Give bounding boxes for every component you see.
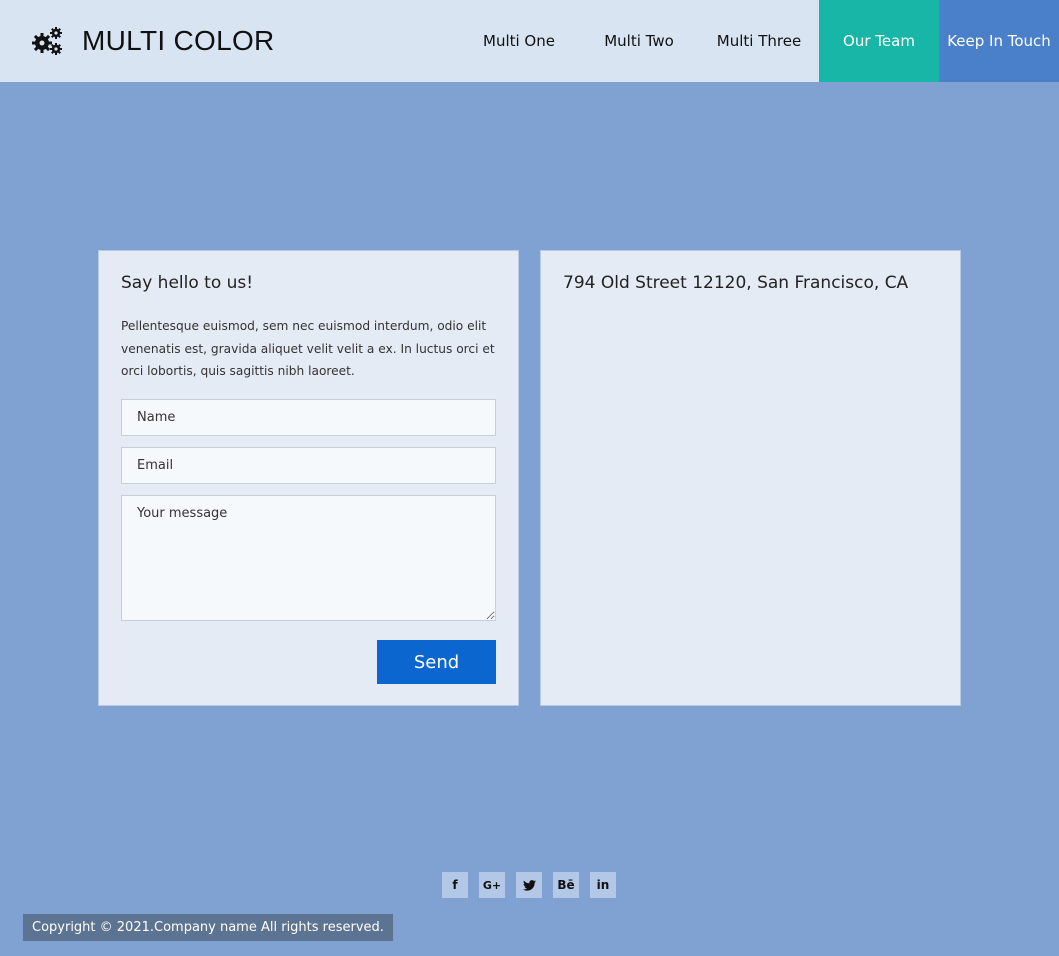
twitter-bird-glyph bbox=[522, 879, 536, 891]
nav-item-keep-in-touch[interactable]: Keep In Touch bbox=[939, 0, 1059, 82]
nav-item-multi-one[interactable]: Multi One bbox=[459, 0, 579, 82]
brand[interactable]: MULTI COLOR bbox=[30, 0, 275, 82]
behance-icon[interactable]: Bē bbox=[553, 872, 579, 898]
main-nav: Multi One Multi Two Multi Three Our Team… bbox=[459, 0, 1059, 82]
site-header: MULTI COLOR Multi One Multi Two Multi Th… bbox=[0, 0, 1059, 82]
message-textarea[interactable] bbox=[121, 495, 496, 621]
contact-description: Pellentesque euismod, sem nec euismod in… bbox=[121, 319, 495, 378]
address-card: 794 Old Street 12120, San Francisco, CA bbox=[540, 250, 961, 706]
contact-form-card: Say hello to us! Pellentesque euismod, s… bbox=[98, 250, 519, 706]
address-text: 794 Old Street 12120, San Francisco, CA bbox=[563, 273, 909, 293]
copyright-text: Copyright © 2021.Company name All rights… bbox=[23, 914, 393, 941]
name-input[interactable] bbox=[121, 399, 496, 436]
google-plus-icon[interactable]: G+ bbox=[479, 872, 505, 898]
contact-title: Say hello to us! bbox=[121, 273, 254, 293]
send-button[interactable]: Send bbox=[377, 640, 496, 684]
brand-title: MULTI COLOR bbox=[82, 25, 275, 56]
facebook-icon[interactable]: f bbox=[442, 872, 468, 898]
social-links: f G+ Bē in bbox=[442, 872, 616, 898]
nav-item-multi-two[interactable]: Multi Two bbox=[579, 0, 699, 82]
gears-icon bbox=[32, 27, 62, 55]
twitter-icon[interactable] bbox=[516, 872, 542, 898]
linkedin-icon[interactable]: in bbox=[590, 872, 616, 898]
nav-item-our-team[interactable]: Our Team bbox=[819, 0, 939, 82]
nav-item-multi-three[interactable]: Multi Three bbox=[699, 0, 819, 82]
email-input[interactable] bbox=[121, 447, 496, 484]
